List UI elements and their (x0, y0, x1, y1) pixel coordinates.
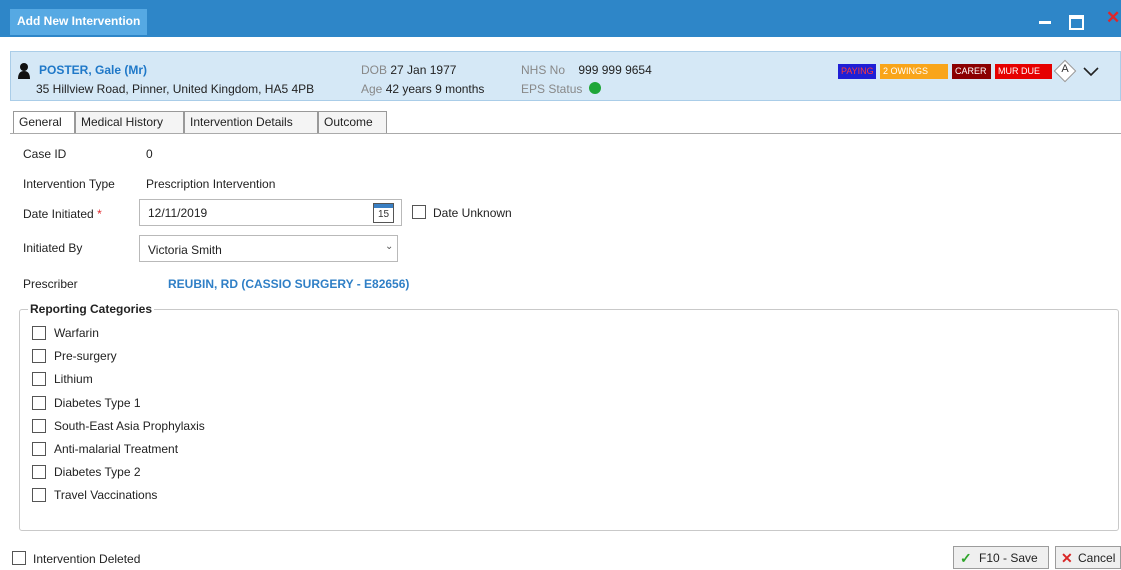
maximize-icon[interactable] (1067, 12, 1084, 30)
category-checkbox[interactable] (32, 349, 46, 363)
carer-badge[interactable]: CARER (952, 64, 991, 79)
tab-intervention-details[interactable]: Intervention Details (184, 111, 318, 133)
prescriber-label: Prescriber (23, 277, 78, 291)
tab-outcome[interactable]: Outcome (318, 111, 387, 133)
dropdown-arrow-icon: ⌄ (385, 241, 394, 252)
category-label: Diabetes Type 2 (54, 465, 141, 479)
category-label: Anti-malarial Treatment (54, 442, 179, 456)
patient-address: 35 Hillview Road, Pinner, United Kingdom… (36, 82, 315, 96)
patient-dob: DOB 27 Jan 1977 (361, 63, 456, 77)
tab-general[interactable]: General (13, 111, 75, 134)
checkmark-icon: ✓ (960, 550, 972, 566)
reporting-categories-title: Reporting Categories (28, 302, 155, 316)
close-icon[interactable]: ✕ (1106, 9, 1121, 27)
patient-nhs: NHS No 999 999 9654 (521, 63, 652, 77)
date-unknown-checkbox[interactable] (412, 205, 426, 219)
dob-label: DOB (361, 63, 388, 77)
initiated-by-value: Victoria Smith (148, 243, 222, 257)
category-checkbox[interactable] (32, 396, 46, 410)
date-initiated-field[interactable]: 12/11/2019 15 (139, 199, 402, 226)
eps-label: EPS Status (521, 82, 583, 96)
cancel-x-icon: ✕ (1061, 550, 1073, 566)
date-unknown-label: Date Unknown (433, 206, 512, 220)
intervention-type-label: Intervention Type (23, 177, 115, 191)
calendar-day: 15 (377, 209, 390, 220)
chevron-down-icon[interactable] (1082, 65, 1100, 77)
title-bar: Add New Intervention ✕ (0, 0, 1121, 37)
intervention-deleted-checkbox[interactable] (12, 551, 26, 565)
category-checkbox[interactable] (32, 465, 46, 479)
category-checkbox[interactable] (32, 488, 46, 502)
date-initiated-value: 12/11/2019 (148, 206, 208, 220)
category-label: South-East Asia Prophylaxis (54, 419, 205, 433)
age-value: 42 years 9 months (385, 82, 485, 96)
nhs-label: NHS No (521, 63, 566, 77)
cancel-button[interactable]: ✕ Cancel (1055, 546, 1121, 569)
patient-eps: EPS Status (521, 82, 601, 96)
category-label: Warfarin (54, 326, 99, 340)
case-id-value: 0 (146, 147, 153, 161)
save-button[interactable]: ✓ F10 - Save (953, 546, 1049, 569)
age-label: Age (361, 82, 383, 96)
calendar-icon[interactable]: 15 (373, 203, 394, 223)
initiated-by-label: Initiated By (23, 241, 83, 255)
prescriber-link[interactable]: REUBIN, RD (CASSIO SURGERY - E82656) (168, 277, 409, 291)
minimize-icon[interactable] (1037, 12, 1053, 26)
window-title: Add New Intervention (10, 9, 148, 35)
eps-status-icon (588, 82, 601, 94)
category-checkbox[interactable] (32, 442, 46, 456)
person-icon (18, 63, 30, 79)
alert-diamond-letter: A (1061, 63, 1069, 75)
tab-medical-history[interactable]: Medical History (75, 111, 184, 133)
patient-banner: POSTER, Gale (Mr) 35 Hillview Road, Pinn… (10, 51, 1121, 101)
patient-name[interactable]: POSTER, Gale (Mr) (39, 63, 147, 77)
date-initiated-label-text: Date Initiated (23, 207, 94, 221)
paying-badge[interactable]: PAYING (838, 64, 876, 79)
required-marker: * (97, 207, 102, 221)
intervention-deleted-label: Intervention Deleted (33, 552, 141, 566)
owings-badge[interactable]: 2 OWINGS (880, 64, 948, 79)
category-label: Travel Vaccinations (54, 488, 158, 502)
dob-value: 27 Jan 1977 (390, 63, 457, 77)
cancel-button-label: Cancel (1078, 551, 1116, 565)
date-initiated-label: Date Initiated * (23, 207, 102, 221)
category-checkbox[interactable] (32, 419, 46, 433)
mur-due-badge[interactable]: MUR DUE (995, 64, 1052, 79)
save-button-label: F10 - Save (979, 551, 1038, 565)
patient-age: Age 42 years 9 months (361, 82, 484, 96)
case-id-label: Case ID (23, 147, 67, 161)
initiated-by-select[interactable]: Victoria Smith ⌄ (139, 235, 398, 262)
tab-divider (10, 133, 1121, 134)
category-checkbox[interactable] (32, 326, 46, 340)
category-label: Pre-surgery (54, 349, 117, 363)
category-label: Lithium (54, 372, 93, 386)
category-label: Diabetes Type 1 (54, 396, 141, 410)
intervention-type-value: Prescription Intervention (146, 177, 276, 191)
category-checkbox[interactable] (32, 372, 46, 386)
nhs-value: 999 999 9654 (578, 63, 652, 77)
